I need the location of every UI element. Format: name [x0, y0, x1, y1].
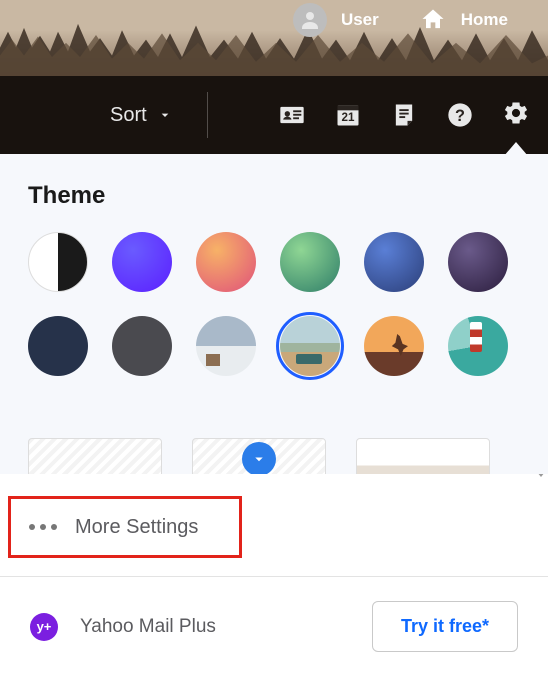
home-icon — [419, 6, 447, 34]
home-label: Home — [461, 10, 508, 30]
chevron-down-icon — [250, 450, 268, 468]
layout-option-3[interactable] — [356, 438, 490, 474]
theme-swatch-black-white[interactable] — [28, 232, 88, 292]
user-label: User — [341, 10, 379, 30]
try-free-button[interactable]: Try it free* — [372, 601, 518, 652]
theme-swatch-kangaroo[interactable] — [364, 316, 424, 376]
toolbar: Sort 21 ? — [0, 76, 548, 154]
landscape-header: User Home — [0, 0, 548, 76]
theme-swatch-orange-pink[interactable] — [196, 232, 256, 292]
mail-plus-row: y+ Yahoo Mail Plus Try it free* — [0, 577, 548, 676]
contacts-icon[interactable] — [278, 101, 306, 129]
theme-layout-row — [28, 438, 520, 474]
home-link[interactable]: Home — [419, 6, 508, 34]
theme-swatch-dark-purple[interactable] — [448, 232, 508, 292]
theme-swatch-grid — [28, 232, 520, 376]
mail-plus-label: Yahoo Mail Plus — [80, 616, 350, 638]
theme-swatch-green[interactable] — [280, 232, 340, 292]
theme-swatch-purple[interactable] — [112, 232, 172, 292]
svg-text:?: ? — [455, 107, 465, 125]
more-settings-button[interactable]: More Settings — [8, 496, 242, 558]
theme-swatch-gray[interactable] — [112, 316, 172, 376]
theme-swatch-snow-cabin[interactable] — [196, 316, 256, 376]
more-icon — [29, 524, 57, 530]
expand-button[interactable] — [242, 442, 276, 474]
user-link[interactable]: User — [293, 3, 379, 37]
layout-option-1[interactable] — [28, 438, 162, 474]
theme-swatch-lighthouse[interactable] — [448, 316, 508, 376]
avatar-icon — [293, 3, 327, 37]
mail-plus-badge-icon: y+ — [30, 613, 58, 641]
more-settings-label: More Settings — [75, 516, 198, 539]
settings-gear-icon[interactable] — [502, 99, 530, 127]
sort-label: Sort — [110, 104, 147, 127]
svg-text:21: 21 — [342, 111, 355, 124]
help-icon[interactable]: ? — [446, 101, 474, 129]
theme-swatch-blue[interactable] — [364, 232, 424, 292]
theme-swatch-navy[interactable] — [28, 316, 88, 376]
calendar-icon[interactable]: 21 — [334, 101, 362, 129]
sort-dropdown[interactable]: Sort — [110, 104, 173, 127]
panel-title: Theme — [28, 182, 520, 210]
notepad-icon[interactable] — [390, 101, 418, 129]
chevron-down-icon — [157, 107, 173, 123]
toolbar-divider — [207, 92, 208, 138]
theme-panel: Theme — [0, 154, 548, 474]
theme-swatch-retro-car[interactable] — [280, 316, 340, 376]
